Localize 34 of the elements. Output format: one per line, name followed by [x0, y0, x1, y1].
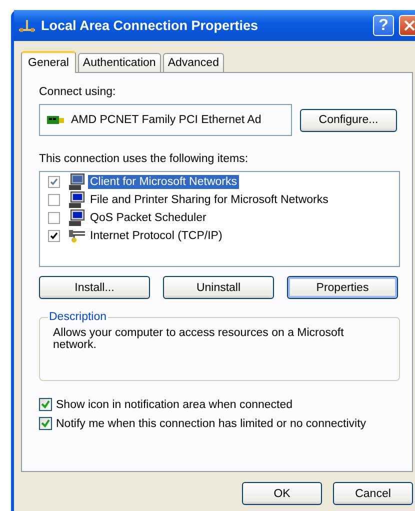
- dialog-button[interactable]: Cancel: [333, 482, 413, 505]
- list-item[interactable]: QoS Packet Scheduler: [88, 211, 208, 225]
- window-title: Local Area Connection Properties: [41, 18, 260, 33]
- network-icon: [18, 18, 36, 34]
- list-item[interactable]: File and Printer Sharing for Microsoft Networks: [88, 193, 330, 207]
- tab[interactable]: Authentication: [78, 53, 161, 72]
- item-button[interactable]: Install...: [39, 276, 150, 299]
- item-button[interactable]: Uninstall: [163, 276, 274, 299]
- tab[interactable]: General: [21, 51, 76, 73]
- item-button[interactable]: Properties: [287, 276, 398, 299]
- tab[interactable]: Advanced: [162, 53, 224, 72]
- description-title: Description: [48, 311, 108, 323]
- items-label: This connection uses the following items:: [39, 153, 250, 165]
- network-plug-icon: [68, 229, 86, 243]
- computer-icon: [68, 209, 86, 227]
- close-icon: [403, 19, 415, 32]
- checkbox[interactable]: [39, 417, 52, 430]
- checkbox[interactable]: [48, 212, 60, 224]
- connect-using-label: Connect using:: [39, 86, 117, 98]
- description-text: Allows your computer to access resources on a Microsoft network.: [53, 327, 345, 351]
- adapter-field: AMD PCNET Family PCI Ethernet Ad: [39, 104, 292, 136]
- option-label: Notify me when this connection has limited or no connectivity: [56, 418, 366, 430]
- close-button[interactable]: [399, 15, 415, 36]
- checkbox[interactable]: [39, 398, 52, 411]
- list-item[interactable]: Internet Protocol (TCP/IP): [88, 229, 224, 243]
- checkbox[interactable]: [48, 230, 60, 242]
- option-label: Show icon in notification area when connected: [56, 398, 293, 410]
- network-card-icon: [47, 114, 64, 126]
- checkbox[interactable]: [48, 194, 60, 206]
- list-item[interactable]: Client for Microsoft Networks: [88, 175, 239, 189]
- configure-button[interactable]: Configure...: [300, 108, 397, 132]
- computer-icon: [68, 191, 86, 209]
- dialog-button[interactable]: OK: [242, 482, 322, 505]
- checkbox[interactable]: [48, 176, 60, 188]
